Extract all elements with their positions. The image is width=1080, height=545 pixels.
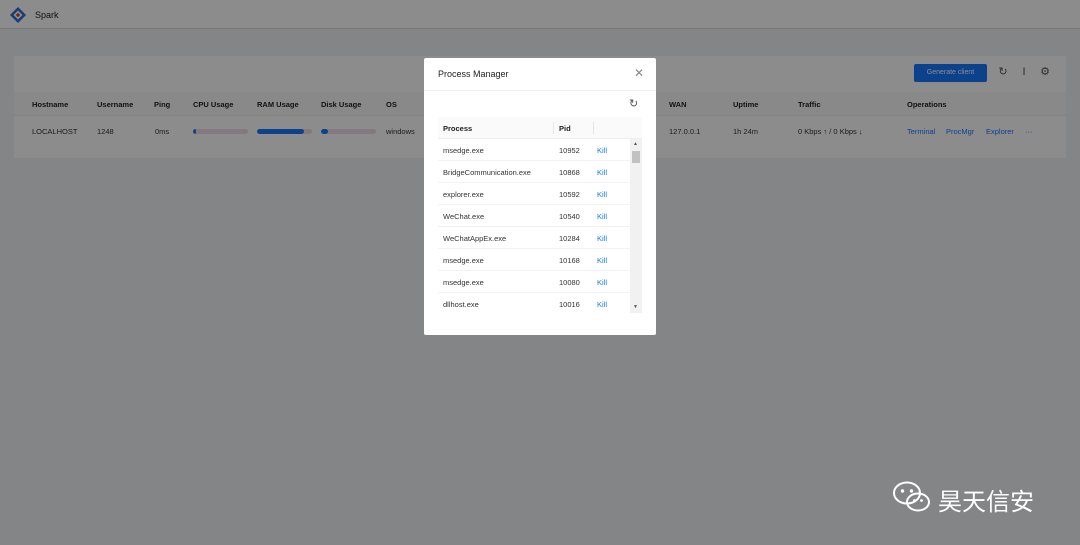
process-pid: 10016	[559, 300, 580, 309]
process-pid: 10592	[559, 190, 580, 199]
table-row: dllhost.exe 10016 Kill	[438, 293, 630, 313]
kill-link[interactable]: Kill	[597, 256, 607, 265]
process-table-header: Process Pid	[438, 117, 642, 139]
kill-link[interactable]: Kill	[597, 146, 607, 155]
process-pid: 10284	[559, 234, 580, 243]
col-process[interactable]: Process	[443, 124, 472, 133]
kill-link[interactable]: Kill	[597, 300, 607, 309]
process-name: msedge.exe	[443, 278, 484, 287]
column-divider	[593, 122, 594, 134]
process-name: explorer.exe	[443, 190, 484, 199]
process-table: Process Pid msedge.exe 10952 Kill Bridge…	[438, 117, 642, 313]
table-row: msedge.exe 10952 Kill	[438, 139, 630, 161]
process-manager-modal: Process Manager ✕ ↻ Process Pid msedge.e…	[424, 58, 656, 335]
process-pid: 10080	[559, 278, 580, 287]
scroll-down-arrow-icon[interactable]: ▼	[633, 304, 638, 310]
process-name: dllhost.exe	[443, 300, 479, 309]
kill-link[interactable]: Kill	[597, 234, 607, 243]
table-row: explorer.exe 10592 Kill	[438, 183, 630, 205]
table-row: WeChatAppEx.exe 10284 Kill	[438, 227, 630, 249]
process-name: WeChat.exe	[443, 212, 485, 221]
modal-header: Process Manager ✕	[424, 58, 656, 91]
table-row: BridgeCommunication.exe 10868 Kill	[438, 161, 630, 183]
table-row: msedge.exe 10168 Kill	[438, 249, 630, 271]
kill-link[interactable]: Kill	[597, 212, 607, 221]
watermark-text: 昊天信安	[938, 488, 1034, 516]
process-name: msedge.exe	[443, 256, 484, 265]
kill-link[interactable]: Kill	[597, 278, 607, 287]
process-name: BridgeCommunication.exe	[443, 168, 531, 177]
process-pid: 10540	[559, 212, 580, 221]
scroll-up-arrow-icon[interactable]: ▲	[633, 141, 638, 147]
process-name: WeChatAppEx.exe	[443, 234, 507, 243]
process-pid: 10952	[559, 146, 580, 155]
table-row: WeChat.exe 10540 Kill	[438, 205, 630, 227]
process-pid: 10868	[559, 168, 580, 177]
kill-link[interactable]: Kill	[597, 190, 607, 199]
refresh-icon[interactable]: ↻	[629, 98, 638, 110]
process-pid: 10168	[559, 256, 580, 265]
col-pid[interactable]: Pid	[559, 124, 571, 133]
process-scrollbar[interactable]: ▲ ▼	[630, 139, 642, 313]
process-name: msedge.exe	[443, 146, 484, 155]
close-icon[interactable]: ✕	[634, 67, 644, 79]
scroll-thumb[interactable]	[632, 151, 640, 163]
wechat-icon	[893, 481, 930, 512]
table-row: msedge.exe 10080 Kill	[438, 271, 630, 293]
column-divider	[553, 122, 554, 134]
modal-title: Process Manager	[438, 69, 509, 79]
kill-link[interactable]: Kill	[597, 168, 607, 177]
